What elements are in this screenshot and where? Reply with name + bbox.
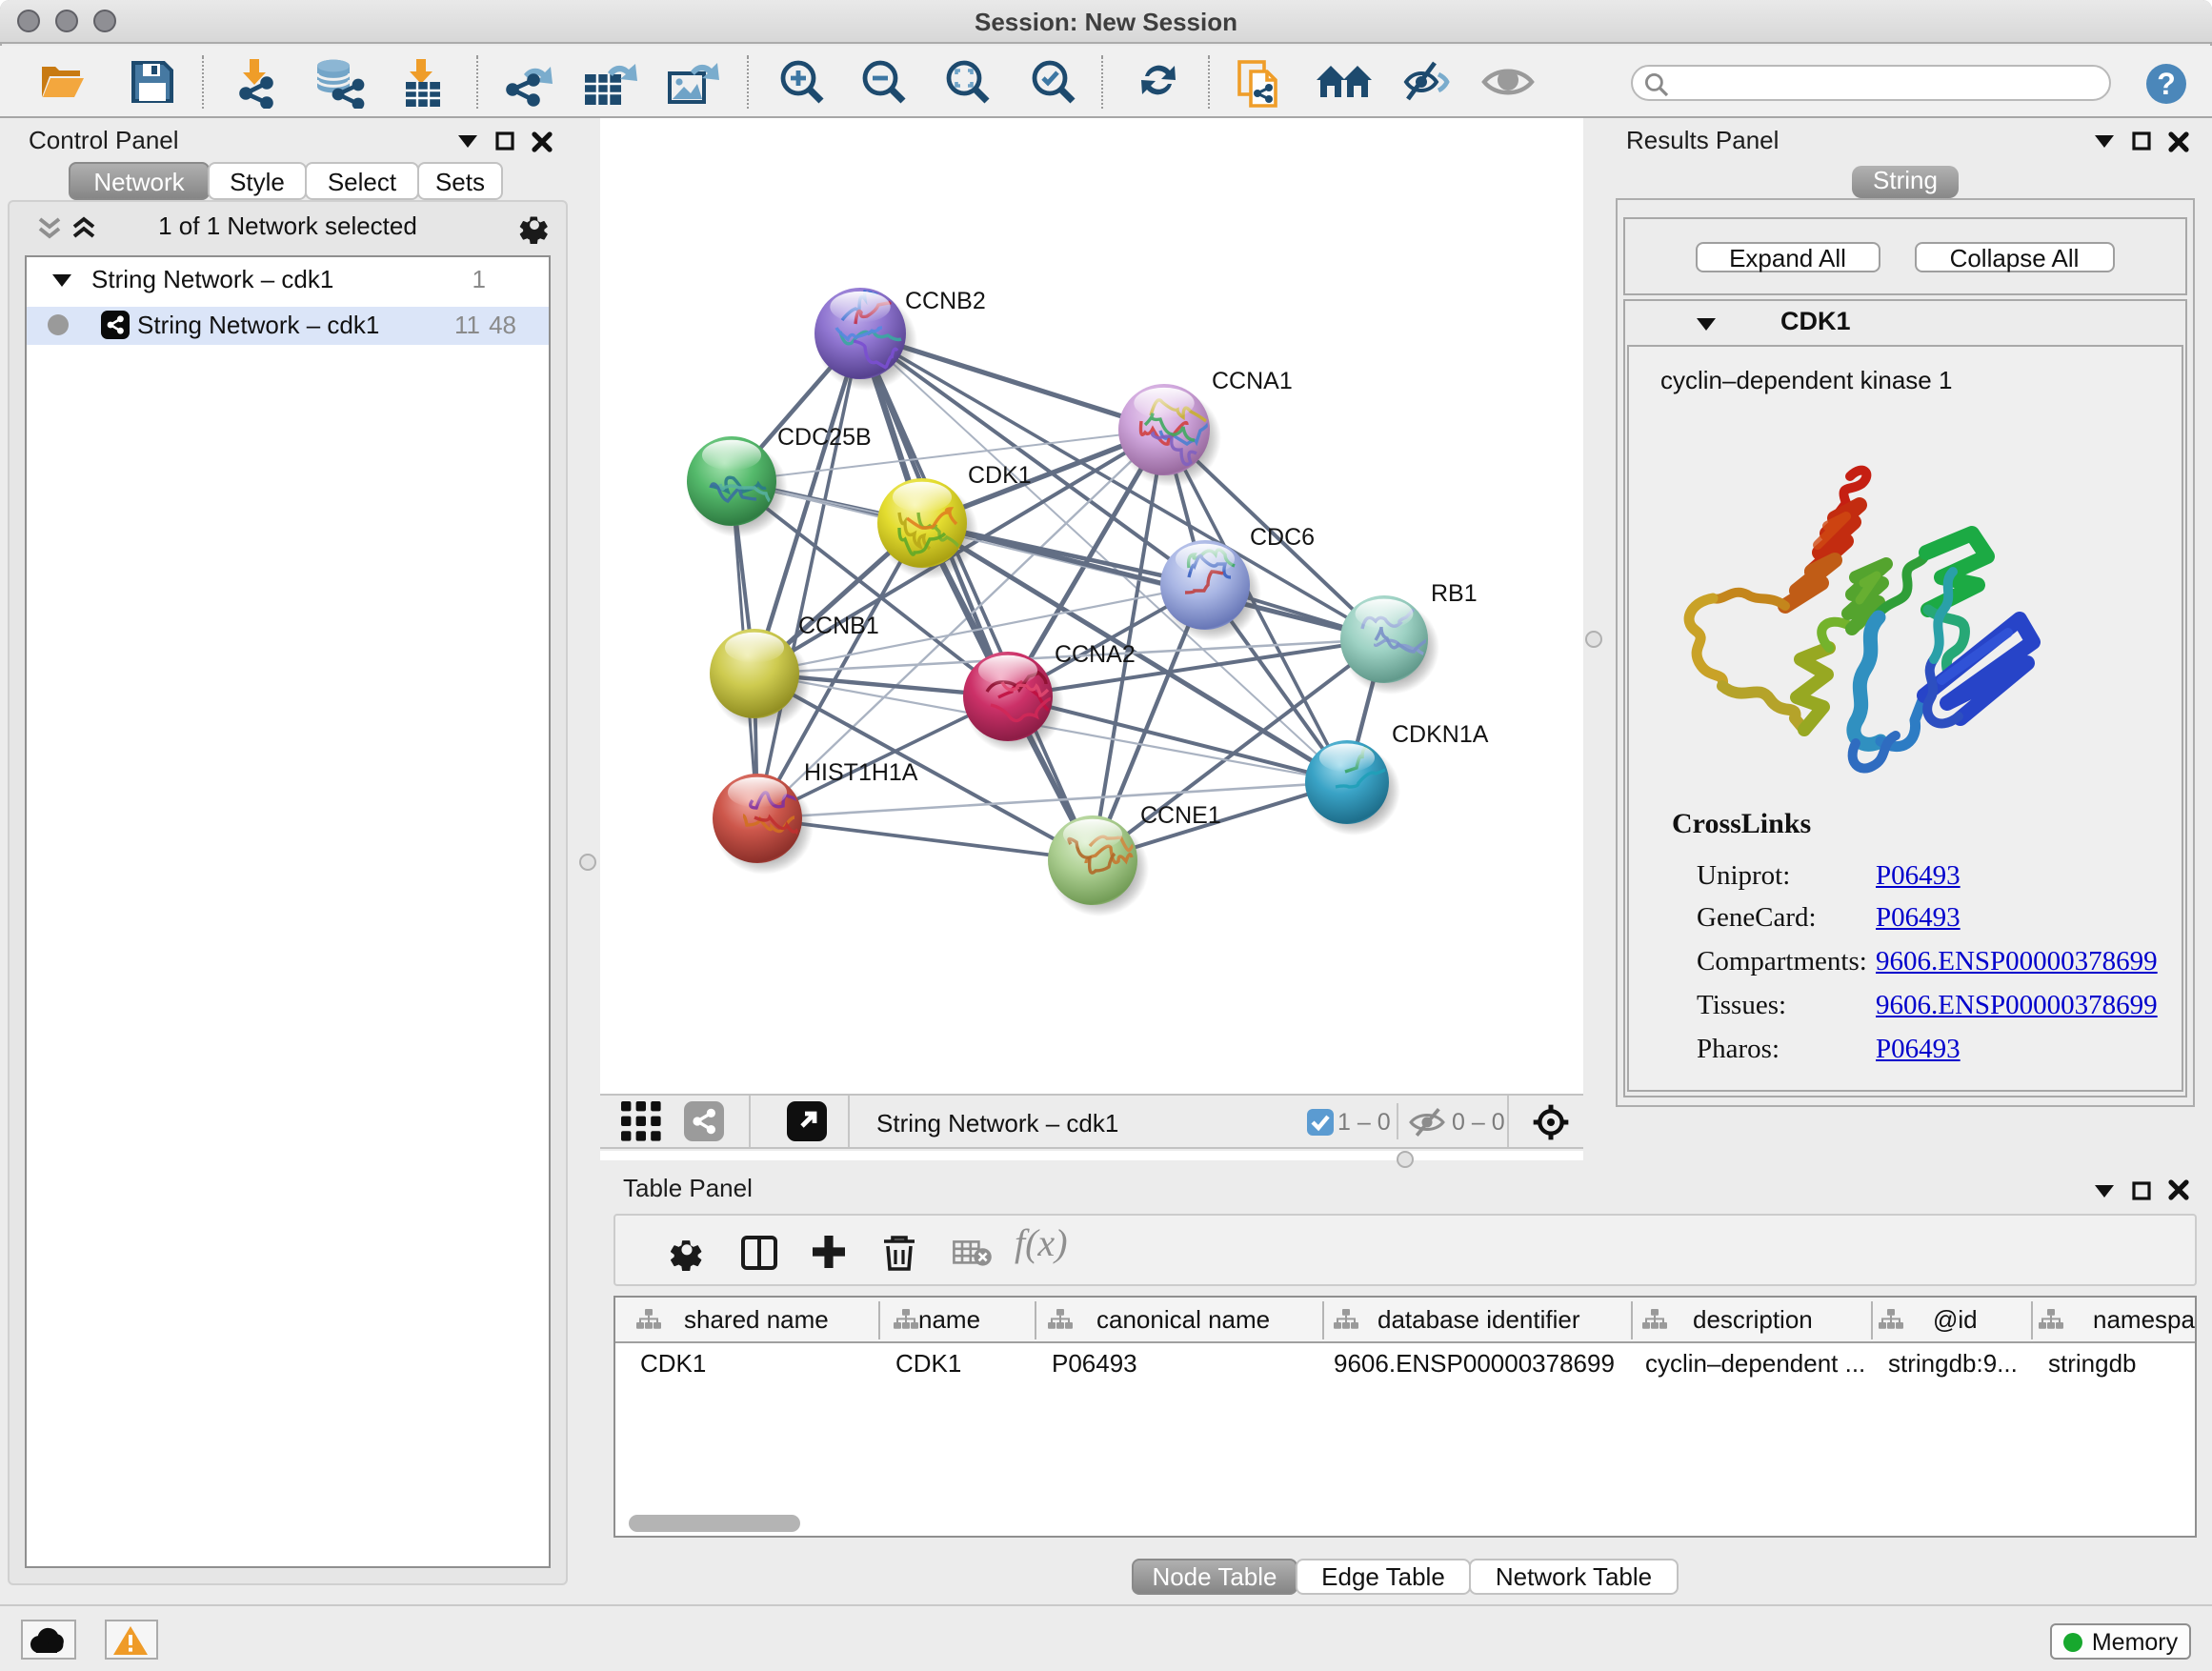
- svg-text:?: ?: [2157, 66, 2176, 100]
- svg-text:CDC6: CDC6: [1250, 523, 1315, 550]
- svg-text:CCNA2: CCNA2: [1055, 640, 1136, 667]
- svg-text:CCNB1: CCNB1: [798, 612, 879, 638]
- svg-text:CDK1: CDK1: [968, 461, 1032, 488]
- svg-text:CDC25B: CDC25B: [777, 423, 872, 450]
- svg-text:RB1: RB1: [1431, 579, 1478, 606]
- svg-text:HIST1H1A: HIST1H1A: [804, 758, 918, 785]
- svg-text:CCNE1: CCNE1: [1140, 801, 1221, 828]
- svg-text:CDKN1A: CDKN1A: [1392, 720, 1489, 747]
- svg-text:CCNA1: CCNA1: [1212, 367, 1293, 393]
- svg-text:CCNB2: CCNB2: [905, 287, 986, 313]
